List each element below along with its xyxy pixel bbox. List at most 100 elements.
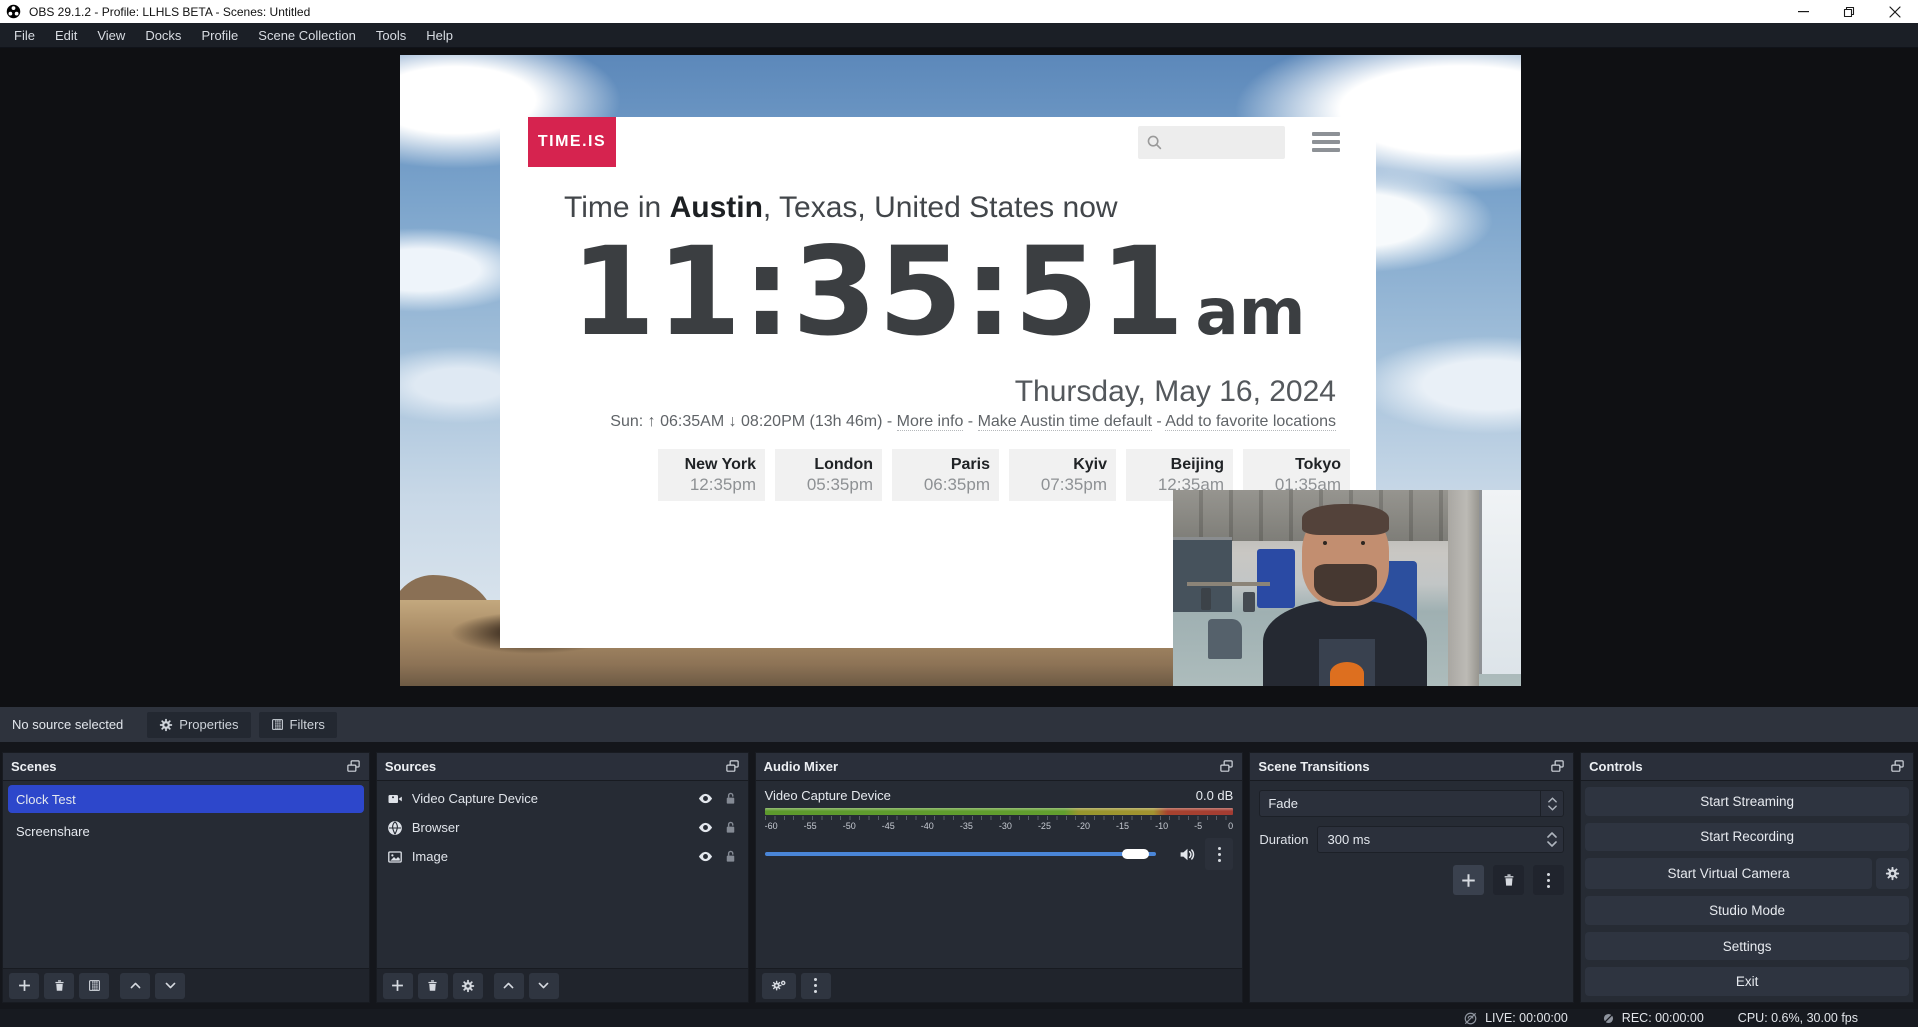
properties-button[interactable]: Properties bbox=[147, 712, 250, 738]
add-transition-button[interactable] bbox=[1453, 865, 1484, 895]
trash-icon bbox=[426, 979, 439, 992]
gear-icon bbox=[1885, 866, 1900, 881]
visibility-toggle-icon[interactable] bbox=[697, 819, 714, 836]
search-icon bbox=[1146, 134, 1163, 151]
scene-transitions-panel: Scene Transitions Fade Duration 300 ms bbox=[1249, 752, 1574, 1003]
volume-meter bbox=[765, 808, 1234, 815]
minimize-button[interactable] bbox=[1780, 0, 1826, 23]
menu-view[interactable]: View bbox=[87, 23, 135, 47]
popout-icon[interactable] bbox=[1890, 759, 1905, 774]
start-virtual-camera-button[interactable]: Start Virtual Camera bbox=[1585, 858, 1872, 889]
transition-select[interactable]: Fade bbox=[1259, 790, 1564, 817]
chevron-down-icon bbox=[1548, 805, 1557, 811]
move-scene-down-button[interactable] bbox=[155, 973, 185, 999]
volume-slider[interactable] bbox=[765, 843, 1171, 865]
popout-icon[interactable] bbox=[725, 759, 740, 774]
city-card: London05:35pm bbox=[775, 449, 882, 501]
kebab-icon bbox=[1218, 853, 1221, 856]
spin-down-icon[interactable] bbox=[1547, 841, 1557, 847]
start-recording-button[interactable]: Start Recording bbox=[1585, 823, 1909, 852]
dock-area: Scenes Clock Test Screenshare Sources Vi… bbox=[0, 742, 1918, 1009]
rec-timer: REC: 00:00:00 bbox=[1622, 1011, 1704, 1025]
speaker-icon[interactable] bbox=[1179, 846, 1196, 863]
mixer-title: Audio Mixer bbox=[764, 759, 838, 774]
webcam-overlay bbox=[1173, 490, 1521, 686]
visibility-toggle-icon[interactable] bbox=[697, 790, 714, 807]
filters-button[interactable]: Filters bbox=[259, 712, 337, 738]
menu-profile[interactable]: Profile bbox=[191, 23, 248, 47]
lock-toggle-icon[interactable] bbox=[723, 791, 738, 806]
up-arrow-icon bbox=[502, 979, 515, 992]
add-source-button[interactable] bbox=[383, 973, 413, 999]
kebab-icon bbox=[1547, 879, 1550, 882]
advanced-audio-button[interactable] bbox=[762, 973, 796, 999]
menu-help[interactable]: Help bbox=[416, 23, 463, 47]
plus-icon bbox=[18, 979, 31, 992]
trash-icon bbox=[53, 979, 66, 992]
heading-city: Austin bbox=[670, 191, 763, 224]
remove-transition-button[interactable] bbox=[1493, 865, 1524, 895]
popout-icon[interactable] bbox=[1550, 759, 1565, 774]
menu-file[interactable]: File bbox=[4, 23, 45, 47]
heading-suffix: , Texas, United States now bbox=[763, 191, 1118, 224]
duration-label: Duration bbox=[1259, 832, 1308, 847]
source-item-browser[interactable]: Browser bbox=[377, 813, 748, 842]
settings-button[interactable]: Settings bbox=[1585, 932, 1909, 961]
exit-button[interactable]: Exit bbox=[1585, 967, 1909, 996]
lock-toggle-icon[interactable] bbox=[723, 820, 738, 835]
hamburger-menu-icon bbox=[1312, 132, 1340, 152]
lock-toggle-icon[interactable] bbox=[723, 849, 738, 864]
add-favorite-link: Add to favorite locations bbox=[1165, 413, 1336, 431]
add-scene-button[interactable] bbox=[9, 973, 39, 999]
move-scene-up-button[interactable] bbox=[120, 973, 150, 999]
heading-prefix: Time in bbox=[564, 191, 670, 224]
popout-icon[interactable] bbox=[1219, 759, 1234, 774]
obs-logo-icon bbox=[6, 4, 21, 19]
menu-tools[interactable]: Tools bbox=[366, 23, 416, 47]
source-item-video-capture[interactable]: Video Capture Device bbox=[377, 784, 748, 813]
separator: - bbox=[963, 413, 977, 430]
start-streaming-button[interactable]: Start Streaming bbox=[1585, 787, 1909, 816]
mixer-toolbar-kebab-button[interactable] bbox=[801, 973, 831, 999]
move-source-down-button[interactable] bbox=[529, 973, 559, 999]
trash-icon bbox=[1502, 873, 1516, 887]
sources-title: Sources bbox=[385, 759, 436, 774]
scenes-title: Scenes bbox=[11, 759, 57, 774]
mixer-kebab-button[interactable] bbox=[1205, 838, 1233, 870]
gear-icon bbox=[159, 718, 173, 732]
image-icon bbox=[387, 849, 403, 865]
transition-kebab-button[interactable] bbox=[1533, 865, 1564, 895]
studio-mode-button[interactable]: Studio Mode bbox=[1585, 896, 1909, 925]
clock-ampm: am bbox=[1196, 276, 1306, 350]
status-bar: LIVE: 00:00:00 REC: 00:00:00 CPU: 0.6%, … bbox=[0, 1009, 1918, 1027]
restore-icon bbox=[1843, 6, 1855, 18]
up-arrow-icon bbox=[129, 979, 142, 992]
menu-bar: File Edit View Docks Profile Scene Colle… bbox=[0, 23, 1918, 48]
scene-item-clock-test[interactable]: Clock Test bbox=[8, 785, 364, 813]
source-item-image[interactable]: Image bbox=[377, 842, 748, 871]
city-card: Paris06:35pm bbox=[892, 449, 999, 501]
menu-edit[interactable]: Edit bbox=[45, 23, 87, 47]
scene-item-screenshare[interactable]: Screenshare bbox=[8, 817, 364, 845]
virtual-camera-settings-button[interactable] bbox=[1876, 858, 1909, 889]
menu-docks[interactable]: Docks bbox=[135, 23, 191, 47]
scene-filters-button[interactable] bbox=[79, 973, 109, 999]
popout-icon[interactable] bbox=[346, 759, 361, 774]
timeis-heading: Time in Austin, Texas, United States now bbox=[564, 191, 1118, 225]
source-properties-button[interactable] bbox=[453, 973, 483, 999]
close-button[interactable] bbox=[1872, 0, 1918, 23]
visibility-toggle-icon[interactable] bbox=[697, 848, 714, 865]
duration-spinbox[interactable]: 300 ms bbox=[1317, 826, 1564, 853]
program-canvas[interactable]: TIME.IS Time in Austin, Texas, United St… bbox=[400, 55, 1521, 686]
gear-icon bbox=[461, 979, 475, 993]
timeis-logo: TIME.IS bbox=[528, 117, 616, 167]
menu-scene-collection[interactable]: Scene Collection bbox=[248, 23, 366, 47]
remove-source-button[interactable] bbox=[418, 973, 448, 999]
remove-scene-button[interactable] bbox=[44, 973, 74, 999]
volume-slider-handle[interactable] bbox=[1122, 849, 1149, 859]
restore-button[interactable] bbox=[1826, 0, 1872, 23]
transition-value: Fade bbox=[1260, 796, 1540, 811]
clock-time: 11:35:51 bbox=[571, 221, 1186, 363]
spin-up-icon[interactable] bbox=[1547, 832, 1557, 838]
move-source-up-button[interactable] bbox=[494, 973, 524, 999]
